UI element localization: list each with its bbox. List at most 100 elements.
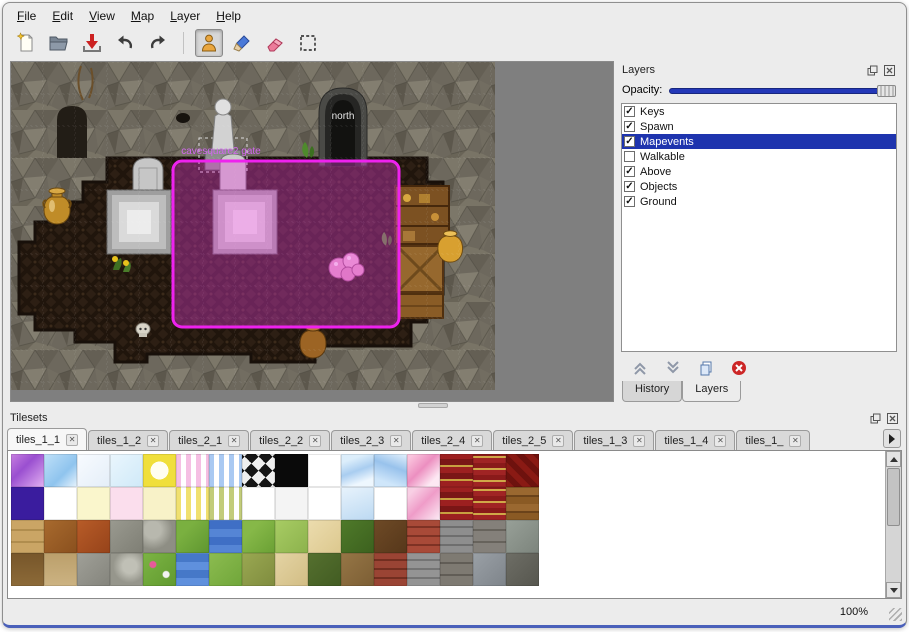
scroll-up-button[interactable] [886, 451, 901, 467]
tileset-tab-tiles_1_[interactable]: tiles_1_✕ [736, 430, 810, 450]
tileset-tile[interactable] [11, 520, 44, 553]
tileset-tile[interactable] [242, 487, 275, 520]
tileset-tile[interactable] [473, 553, 506, 586]
new-map-button[interactable] [12, 29, 40, 57]
open-button[interactable] [45, 29, 73, 57]
scrollbar-track[interactable] [886, 527, 901, 582]
horizontal-splitter[interactable] [3, 402, 906, 409]
tab-scroll-right-button[interactable] [883, 429, 901, 448]
menu-item-layer[interactable]: Layer [162, 7, 208, 25]
tileset-tile[interactable] [143, 454, 176, 487]
tab-close-icon[interactable]: ✕ [552, 435, 564, 447]
tileset-tile[interactable] [341, 487, 374, 520]
tileset-tile[interactable] [374, 553, 407, 586]
tileset-tile[interactable] [506, 454, 539, 487]
tileset-tile[interactable] [341, 553, 374, 586]
tileset-tab-tiles_2_5[interactable]: tiles_2_5✕ [493, 430, 573, 450]
layer-visible-checkbox[interactable]: ✓ [624, 196, 635, 207]
tileset-tile[interactable] [308, 487, 341, 520]
undo-button[interactable] [111, 29, 139, 57]
layer-row-walkable[interactable]: Walkable [622, 149, 896, 164]
tileset-vertical-scrollbar[interactable] [885, 451, 901, 598]
tileset-tile[interactable] [374, 487, 407, 520]
tileset-tile[interactable] [176, 454, 209, 487]
tileset-tile[interactable] [275, 454, 308, 487]
tileset-tile[interactable] [308, 553, 341, 586]
tileset-tile[interactable] [341, 454, 374, 487]
tab-close-icon[interactable]: ✕ [789, 435, 801, 447]
layer-visible-checkbox[interactable]: ✓ [624, 106, 635, 117]
tileset-tile[interactable] [473, 520, 506, 553]
tileset-tile[interactable] [77, 487, 110, 520]
redo-button[interactable] [144, 29, 172, 57]
menu-item-map[interactable]: Map [123, 7, 162, 25]
tileset-tile[interactable] [506, 520, 539, 553]
stamp-tool-button[interactable] [195, 29, 223, 57]
eraser-tool-button[interactable] [261, 29, 289, 57]
layer-row-above[interactable]: ✓Above [622, 164, 896, 179]
tileset-tile[interactable] [308, 520, 341, 553]
tileset-tile[interactable] [11, 487, 44, 520]
tileset-tile[interactable] [506, 487, 539, 520]
tab-close-icon[interactable]: ✕ [309, 435, 321, 447]
splitter-grip[interactable] [418, 403, 448, 408]
tileset-tile[interactable] [110, 454, 143, 487]
layer-row-spawn[interactable]: ✓Spawn [622, 119, 896, 134]
tileset-tile[interactable] [275, 520, 308, 553]
tileset-tile[interactable] [407, 520, 440, 553]
map-canvas[interactable]: cavesquare2 gate north [10, 61, 614, 402]
brush-tool-button[interactable] [228, 29, 256, 57]
close-panel-button[interactable] [885, 411, 899, 425]
tileset-tile[interactable] [308, 454, 341, 487]
tileset-tile[interactable] [176, 553, 209, 586]
tileset-tile[interactable] [11, 553, 44, 586]
tileset-tile[interactable] [110, 553, 143, 586]
tileset-tile[interactable] [143, 520, 176, 553]
layer-row-keys[interactable]: ✓Keys [622, 104, 896, 119]
tileset-tile[interactable] [77, 454, 110, 487]
layer-visible-checkbox[interactable]: ✓ [624, 166, 635, 177]
selection-tool-button[interactable] [294, 29, 322, 57]
tileset-tile[interactable] [275, 553, 308, 586]
layer-row-objects[interactable]: ✓Objects [622, 179, 896, 194]
tileset-tile[interactable] [209, 553, 242, 586]
duplicate-layer-button[interactable] [697, 359, 715, 377]
save-button[interactable] [78, 29, 106, 57]
tileset-tile[interactable] [77, 520, 110, 553]
tileset-tile[interactable] [242, 454, 275, 487]
tileset-tile[interactable] [407, 454, 440, 487]
layer-visible-checkbox[interactable]: ✓ [624, 136, 635, 147]
tileset-tile[interactable] [440, 553, 473, 586]
menu-item-file[interactable]: File [9, 7, 44, 25]
tileset-tile[interactable] [44, 487, 77, 520]
raise-layer-button[interactable] [631, 359, 649, 377]
tileset-tab-tiles_1_1[interactable]: tiles_1_1✕ [7, 428, 87, 450]
opacity-slider[interactable] [669, 84, 896, 97]
tileset-tile[interactable] [44, 553, 77, 586]
tileset-tab-tiles_1_4[interactable]: tiles_1_4✕ [655, 430, 735, 450]
float-panel-button[interactable] [868, 411, 882, 425]
tileset-tab-tiles_2_2[interactable]: tiles_2_2✕ [250, 430, 330, 450]
tileset-tile[interactable] [209, 487, 242, 520]
resize-grip[interactable] [889, 608, 902, 621]
menu-item-view[interactable]: View [81, 7, 123, 25]
tileset-tile[interactable] [407, 487, 440, 520]
tab-close-icon[interactable]: ✕ [66, 434, 78, 446]
tab-close-icon[interactable]: ✕ [228, 435, 240, 447]
tileset-tile[interactable] [473, 454, 506, 487]
tileset-tile[interactable] [374, 520, 407, 553]
delete-layer-button[interactable] [730, 359, 748, 377]
tileset-tile[interactable] [110, 520, 143, 553]
tileset-tile[interactable] [11, 454, 44, 487]
tileset-tile[interactable] [506, 553, 539, 586]
menu-item-help[interactable]: Help [208, 7, 249, 25]
tab-close-icon[interactable]: ✕ [390, 435, 402, 447]
tileset-tile[interactable] [143, 553, 176, 586]
tab-close-icon[interactable]: ✕ [714, 435, 726, 447]
tileset-tile[interactable] [77, 553, 110, 586]
float-panel-button[interactable] [865, 63, 879, 77]
tileset-tab-tiles_1_3[interactable]: tiles_1_3✕ [574, 430, 654, 450]
scrollbar-thumb[interactable] [887, 468, 900, 526]
map-selection-rect[interactable] [173, 161, 399, 327]
scroll-down-button[interactable] [886, 582, 901, 598]
